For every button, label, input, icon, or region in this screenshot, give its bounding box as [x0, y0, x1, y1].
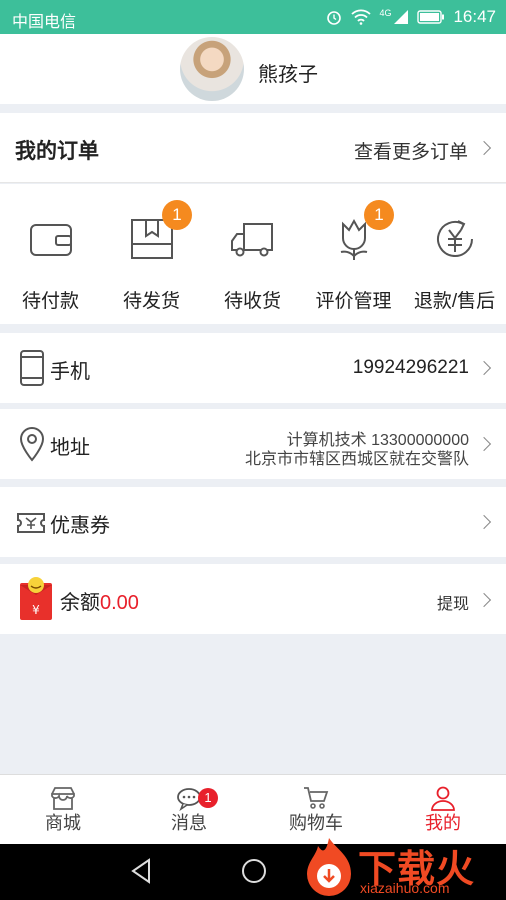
- status-bar: 中国电信 4G 16:47: [0, 0, 506, 34]
- notification-badge: 1: [364, 200, 394, 230]
- chevron-right-icon: [476, 360, 492, 376]
- balance-row[interactable]: ¥ 余额0.00 提现: [0, 564, 506, 634]
- red-envelope-icon: ¥: [20, 577, 52, 620]
- refund-icon: [437, 220, 473, 257]
- network-type-label: 4G: [379, 8, 392, 18]
- alarm-icon: [327, 11, 342, 25]
- clock: 16:47: [453, 7, 496, 26]
- order-item-label: 退款/售后: [413, 291, 496, 312]
- tab-label: 我的: [425, 813, 461, 833]
- location-pin-icon: [19, 427, 45, 462]
- message-badge: 1: [198, 788, 218, 808]
- coupon-label: 优惠券: [50, 515, 110, 537]
- home-icon[interactable]: [241, 858, 267, 884]
- chevron-right-icon: [476, 514, 492, 530]
- balance-text: 余额: [60, 592, 100, 614]
- tab-messages[interactable]: 1 消息: [126, 775, 252, 845]
- wallet-icon: [30, 224, 72, 256]
- signal-icon: [394, 10, 409, 24]
- svg-text:¥: ¥: [32, 603, 40, 617]
- ticket-icon: [17, 513, 45, 533]
- address-detail: 北京市市辖区西城区就在交警队: [244, 451, 469, 468]
- watermark-logo: 下载火 xiazaihuo.com: [298, 836, 506, 900]
- order-refund-aftersale[interactable]: 退款/售后: [404, 184, 505, 324]
- view-more-orders-link[interactable]: 查看更多订单: [354, 137, 468, 164]
- carrier-name: 中国电信: [12, 14, 77, 31]
- avatar[interactable]: [180, 37, 244, 101]
- order-pending-payment[interactable]: 待付款: [0, 184, 101, 324]
- order-item-label: 待发货: [122, 291, 180, 312]
- notification-badge: 1: [162, 200, 192, 230]
- chevron-right-icon: [476, 436, 492, 452]
- my-orders-title: 我的订单: [15, 140, 99, 163]
- order-status-shortcuts: 待付款 1 待发货 待收货 1 评价管理 退款/售后: [0, 184, 506, 324]
- address-row[interactable]: 地址 计算机技术 13300000000 北京市市辖区西城区就在交警队: [0, 409, 506, 479]
- order-item-label: 评价管理: [315, 291, 392, 312]
- username: 熊孩子: [258, 64, 318, 86]
- order-pending-shipment[interactable]: 1 待发货: [101, 184, 202, 324]
- order-pending-receipt[interactable]: 待收货: [202, 184, 303, 324]
- tab-cart[interactable]: 购物车: [253, 775, 379, 845]
- tab-label: 商城: [45, 813, 81, 833]
- wifi-icon: [351, 9, 372, 25]
- cart-icon: [304, 787, 329, 809]
- tab-mine[interactable]: 我的: [380, 775, 506, 845]
- order-item-label: 待付款: [21, 291, 79, 312]
- user-icon: [431, 786, 455, 811]
- flame-logo-icon: [307, 838, 351, 896]
- balance-label: 余额0.00: [60, 586, 139, 615]
- phone-icon: [20, 350, 44, 386]
- phone-row[interactable]: 手机 19924296221: [0, 333, 506, 403]
- profile-header: 熊孩子: [0, 34, 506, 104]
- withdraw-button[interactable]: 提现: [437, 590, 469, 614]
- truck-icon: [231, 223, 273, 257]
- tab-label: 购物车: [289, 813, 343, 833]
- battery-icon: [417, 10, 445, 24]
- bottom-tab-bar: 商城 1 消息 购物车 我的: [0, 774, 506, 844]
- store-icon: [51, 787, 75, 810]
- coupon-row[interactable]: 优惠券: [0, 487, 506, 557]
- phone-value: 19924296221: [352, 357, 469, 378]
- my-orders-header[interactable]: 我的订单 查看更多订单: [0, 113, 506, 183]
- balance-amount: 0.00: [100, 592, 139, 614]
- phone-label: 手机: [50, 361, 90, 383]
- order-review-management[interactable]: 1 评价管理: [303, 184, 404, 324]
- chevron-right-icon: [476, 140, 492, 156]
- order-item-label: 待收货: [223, 291, 281, 312]
- watermark-url: xiazaihuo.com: [360, 880, 450, 896]
- chevron-right-icon: [476, 592, 492, 608]
- tab-label: 消息: [171, 813, 207, 833]
- status-icons: 4G 16:47: [325, 7, 496, 27]
- tab-store[interactable]: 商城: [0, 775, 126, 845]
- address-label: 地址: [50, 437, 90, 459]
- back-icon[interactable]: [130, 858, 152, 884]
